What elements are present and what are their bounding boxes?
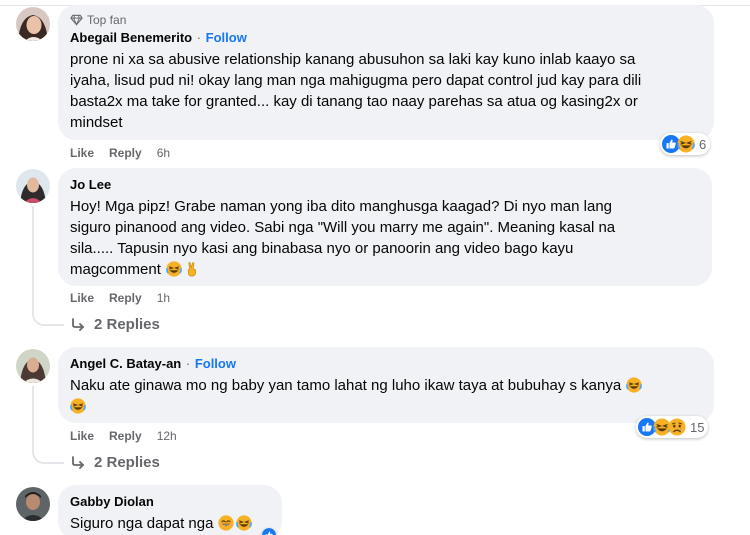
avatar-abegail[interactable] xyxy=(16,7,50,41)
comment-line: Hoy! Mga pipz! Grabe naman yong iba dito… xyxy=(70,198,612,215)
comment-line: magcomment xyxy=(70,261,161,278)
comment-line: Naku ate ginawa mo ng baby yan tamo laha… xyxy=(70,377,622,394)
comment-timestamp[interactable]: 1h xyxy=(157,291,170,305)
replies-count-label: 2 Replies xyxy=(94,454,160,471)
reply-button[interactable]: Reply xyxy=(109,291,142,305)
like-reaction-icon xyxy=(262,528,276,535)
sad-reaction-icon xyxy=(668,418,686,436)
top-fan-label: Top fan xyxy=(87,13,127,27)
avatar-jo-lee[interactable] xyxy=(16,169,50,203)
comment-bubble-gabby: Gabby Diolan Siguro nga dapat nga xyxy=(58,485,282,535)
replies-count-label: 2 Replies xyxy=(94,316,160,333)
author-name-gabby[interactable]: Gabby Diolan xyxy=(70,494,154,509)
comment-line: Siguro nga dapat nga xyxy=(70,515,214,532)
comment-actions-abegail: Like Reply 6h xyxy=(70,145,170,161)
thread-line xyxy=(32,206,34,310)
laughing-emoji-icon xyxy=(166,261,182,277)
avatar-gabby[interactable] xyxy=(16,487,50,521)
haha-reaction-icon xyxy=(677,135,695,153)
author-name-jo-lee[interactable]: Jo Lee xyxy=(70,177,111,192)
comment-line: mindset xyxy=(70,114,123,131)
author-name-abegail[interactable]: Abegail Benemerito xyxy=(70,30,192,45)
like-button[interactable]: Like xyxy=(70,146,94,160)
comment-line: iyaha, lisud pud ni! okay lang man nga m… xyxy=(70,72,642,89)
reply-arrow-icon xyxy=(70,317,86,333)
follow-button-abegail[interactable]: Follow xyxy=(206,30,247,45)
comment-timestamp[interactable]: 12h xyxy=(157,429,177,443)
reply-arrow-icon xyxy=(70,455,86,471)
comment-line-last: magcomment xyxy=(70,259,700,280)
laughing-emoji-icon xyxy=(70,398,86,414)
view-replies-angel[interactable]: 2 Replies xyxy=(70,454,160,471)
comment-line-first: Naku ate ginawa mo ng baby yan tamo laha… xyxy=(70,375,702,396)
comment-line: siguro pinanood ang video. Sabi nga "Wil… xyxy=(70,219,616,236)
comment-text-angel: Naku ate ginawa mo ng baby yan tamo laha… xyxy=(70,375,702,417)
comment-text-abegail: prone ni xa sa abusive relationship kana… xyxy=(70,49,702,133)
comment-timestamp[interactable]: 6h xyxy=(157,146,170,160)
name-separator: · xyxy=(182,356,194,371)
like-button[interactable]: Like xyxy=(70,429,94,443)
victory-hand-emoji-icon xyxy=(184,261,200,277)
name-separator: · xyxy=(193,30,205,45)
comment-line-emoji xyxy=(70,396,702,417)
reaction-summary-angel[interactable]: 15 xyxy=(636,416,709,438)
laughing-emoji-icon xyxy=(626,377,642,393)
like-button[interactable]: Like xyxy=(70,291,94,305)
thread-connector xyxy=(32,446,64,464)
comment-line: sila..... Tapusin nyo kasi ang binabasa … xyxy=(70,240,574,257)
comment-text-gabby: Siguro nga dapat nga xyxy=(70,513,270,534)
thread-connector xyxy=(32,308,64,326)
partial-reaction-icon[interactable] xyxy=(262,528,276,535)
reply-button[interactable]: Reply xyxy=(109,429,142,443)
comment-bubble-jo-lee: Jo Lee Hoy! Mga pipz! Grabe naman yong i… xyxy=(58,168,712,286)
comment-text-jo-lee: Hoy! Mga pipz! Grabe naman yong iba dito… xyxy=(70,196,700,280)
diamond-badge-icon xyxy=(70,14,83,26)
follow-button-angel[interactable]: Follow xyxy=(195,356,236,371)
view-replies-jo-lee[interactable]: 2 Replies xyxy=(70,316,160,333)
reaction-count: 15 xyxy=(690,419,705,435)
top-fan-badge: Top fan xyxy=(70,12,702,28)
comment-bubble-abegail: Top fan Abegail Benemerito · Follow pron… xyxy=(58,5,714,140)
comment-actions-angel: Like Reply 12h xyxy=(70,428,177,444)
comment-line: basta2x ma take for granted... kay di ta… xyxy=(70,93,638,110)
comment-actions-jo-lee: Like Reply 1h xyxy=(70,290,170,306)
reply-button[interactable]: Reply xyxy=(109,146,142,160)
comment-line-first: Siguro nga dapat nga xyxy=(70,513,270,534)
reaction-count: 6 xyxy=(699,136,707,152)
avatar-angel[interactable] xyxy=(16,349,50,383)
comment-bubble-angel: Angel C. Batay-an · Follow Naku ate gina… xyxy=(58,347,714,423)
reaction-summary-abegail[interactable]: 6 xyxy=(660,133,711,155)
comment-line: prone ni xa sa abusive relationship kana… xyxy=(70,51,636,68)
thread-line xyxy=(32,386,34,448)
laughing-emoji-icon xyxy=(236,515,252,531)
smile-emoji-icon xyxy=(218,515,234,531)
author-name-angel[interactable]: Angel C. Batay-an xyxy=(70,356,181,371)
